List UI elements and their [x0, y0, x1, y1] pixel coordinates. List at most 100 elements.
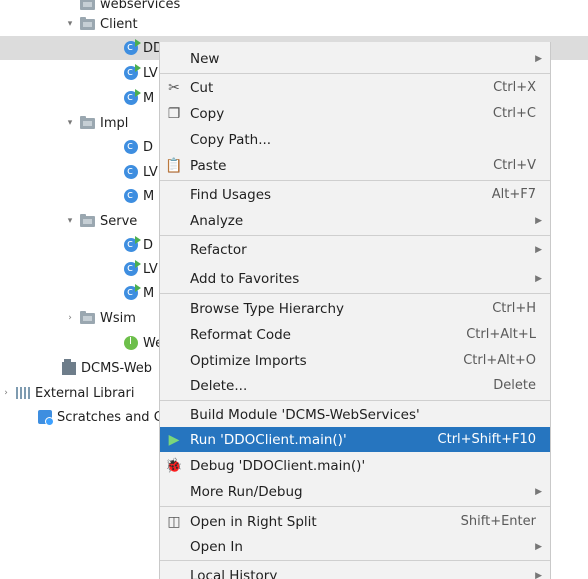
runnable-class-icon [124, 89, 141, 105]
menu-item-reformat-code[interactable]: Reformat Code Ctrl+Alt+L [160, 322, 550, 347]
menu-item-run-ddoclient-main[interactable]: ▶ Run 'DDOClient.main()' Ctrl+Shift+F10 [160, 427, 550, 452]
menu-item-shortcut: Ctrl+Alt+O [463, 353, 536, 368]
menu-item-label: Reformat Code [190, 326, 291, 343]
folder-icon [80, 310, 95, 324]
runnable-class-icon [124, 236, 141, 252]
submenu-arrow-icon: ▶ [535, 215, 542, 226]
menu-item-copy[interactable]: ❐ Copy Ctrl+C [160, 101, 550, 126]
menu-item-label: New [190, 50, 220, 67]
menu-item-label: Open In [190, 538, 243, 555]
menu-item-open-in[interactable]: Open In ▶ [160, 534, 550, 559]
menu-item-shortcut: Alt+F7 [491, 187, 536, 202]
tree-node-label: Wsim [100, 310, 136, 326]
expand-arrow-icon[interactable]: › [64, 312, 76, 324]
tree-node-label: M [143, 90, 155, 106]
menu-separator [160, 560, 550, 561]
menu-item-delete[interactable]: Delete... Delete [160, 373, 550, 398]
menu-separator [160, 180, 550, 181]
expand-arrow-icon[interactable]: ▾ [64, 117, 76, 129]
menu-item-cut[interactable]: ✂ Cut Ctrl+X [160, 75, 550, 100]
interface-icon [124, 336, 138, 350]
tree-node-label: External Librari [35, 385, 135, 401]
menu-item-label: Paste [190, 157, 227, 174]
menu-item-add-to-favorites[interactable]: Add to Favorites ▶ [160, 266, 550, 291]
tree-node-label: LV [143, 65, 158, 81]
menu-item-paste[interactable]: 📋 Paste Ctrl+V [160, 153, 550, 178]
menu-item-browse-type-hierarchy[interactable]: Browse Type Hierarchy Ctrl+H [160, 296, 550, 321]
menu-item-label: Find Usages [190, 186, 272, 203]
menu-item-label: Delete... [190, 377, 248, 394]
menu-item-label: Copy [190, 105, 225, 122]
runnable-class-icon [124, 64, 141, 80]
menu-item-label: Open in Right Split [190, 513, 317, 530]
menu-item-label: Local History [190, 567, 278, 579]
library-icon [16, 387, 30, 399]
tree-node-label: D [143, 139, 154, 155]
menu-item-new[interactable]: New ▶ [160, 46, 550, 71]
menu-item-shortcut: Ctrl+C [492, 106, 536, 121]
cut-icon: ✂ [168, 79, 180, 96]
tree-node-label: Serve [100, 213, 138, 229]
expand-arrow-icon[interactable]: › [0, 387, 12, 399]
menu-item-label: Refactor [190, 241, 247, 258]
tree-node-label: D [143, 237, 154, 253]
tree-node-label: LV [143, 261, 158, 277]
menu-item-optimize-imports[interactable]: Optimize Imports Ctrl+Alt+O [160, 348, 550, 373]
expand-arrow-icon[interactable]: ▾ [64, 18, 76, 30]
run-icon: ▶ [168, 431, 180, 448]
menu-item-label: More Run/Debug [190, 483, 303, 500]
menu-item-local-history[interactable]: Local History ▶ [160, 563, 550, 579]
expand-arrow-icon[interactable]: ▾ [64, 215, 76, 227]
tree-node-label: Impl [100, 115, 129, 131]
tree-node-label: M [143, 285, 155, 301]
context-menu: New ▶ ✂ Cut Ctrl+X ❐ Copy Ctrl+C Copy Path... 📋 Pa… [159, 42, 551, 579]
menu-item-refactor[interactable]: Refactor ▶ [160, 237, 550, 262]
folder-icon [80, 115, 95, 129]
menu-item-label: Debug 'DDOClient.main()' [190, 457, 366, 474]
tree-node-label: Scratches and C [57, 409, 163, 425]
menu-item-debug-ddoclient-main[interactable]: 🐞 Debug 'DDOClient.main()' [160, 453, 550, 478]
submenu-arrow-icon: ▶ [535, 53, 542, 64]
menu-item-shortcut: Ctrl+Alt+L [466, 327, 536, 342]
tree-node-label: webservices [100, 0, 181, 12]
menu-item-label: Optimize Imports [190, 352, 307, 369]
class-icon [124, 164, 138, 179]
menu-item-build-module-dcms-webservices[interactable]: Build Module 'DCMS-WebServices' [160, 402, 550, 427]
menu-item-analyze[interactable]: Analyze ▶ [160, 208, 550, 233]
module-icon [62, 358, 76, 375]
submenu-arrow-icon: ▶ [535, 244, 542, 255]
split-icon: ◫ [167, 513, 181, 530]
menu-item-copy-path[interactable]: Copy Path... [160, 127, 550, 152]
runnable-class-icon [124, 39, 141, 55]
folder-icon [80, 16, 95, 30]
menu-separator [160, 293, 550, 294]
copy-icon: ❐ [167, 105, 181, 122]
tree-node-label: Client [100, 16, 138, 32]
tree-node-label: DCMS-Web [81, 360, 153, 376]
menu-item-find-usages[interactable]: Find Usages Alt+F7 [160, 182, 550, 207]
menu-separator [160, 235, 550, 236]
menu-separator [160, 506, 550, 507]
menu-item-label: Add to Favorites [190, 270, 300, 287]
menu-item-more-run-debug[interactable]: More Run/Debug ▶ [160, 479, 550, 504]
menu-item-shortcut: Ctrl+Shift+F10 [437, 432, 536, 447]
runnable-class-icon [124, 260, 141, 276]
folder-icon [80, 0, 95, 10]
menu-item-label: Analyze [190, 212, 244, 229]
submenu-arrow-icon: ▶ [535, 273, 542, 284]
runnable-class-icon [124, 284, 141, 300]
menu-item-open-in-right-split[interactable]: ◫ Open in Right Split Shift+Enter [160, 509, 550, 534]
menu-item-label: Copy Path... [190, 131, 272, 148]
tree-node[interactable]: ▾ Client [0, 12, 588, 36]
tree-node-label: M [143, 188, 155, 204]
